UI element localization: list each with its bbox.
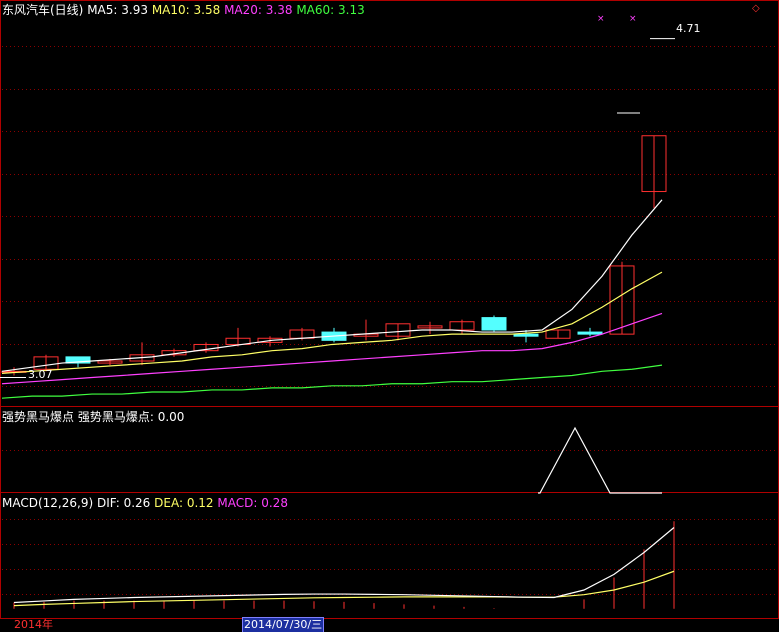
candle-body <box>481 317 507 331</box>
candle-body <box>577 331 603 335</box>
ma20-label: MA20: <box>224 3 262 17</box>
ma5-value: 3.93 <box>121 3 148 17</box>
indicator-value: 0.00 <box>157 410 185 424</box>
ma5-label: MA5: <box>87 3 118 17</box>
macd-name[interactable]: MACD(12,26,9) <box>2 496 93 510</box>
year-label: 2014年 <box>14 618 53 631</box>
dea-value: 0.12 <box>186 496 214 510</box>
macd-label: MACD: <box>217 496 258 510</box>
diamond-icon[interactable]: ◇ <box>752 2 760 16</box>
indicator-line <box>538 426 662 494</box>
ma20-line <box>1 312 663 385</box>
ma20-value: 3.38 <box>265 3 293 17</box>
ma10-label: MA10: <box>151 3 190 17</box>
magenta-x-icon: × <box>629 14 637 24</box>
ma5-line <box>1 199 663 372</box>
cursor-date: 2014/07/30/三 <box>242 617 325 632</box>
indicator-name[interactable]: 强势黑马爆点 <box>2 410 74 424</box>
macd-panel-header: MACD(12,26,9) DIF: 0.26 DEA: 0.12 MACD: … <box>2 496 288 510</box>
ma60-line <box>1 364 663 399</box>
indicator-value-label: 强势黑马爆点: <box>77 410 154 424</box>
ma10-value: 3.58 <box>193 3 221 17</box>
dea-label: DEA: <box>154 496 184 510</box>
dif-line <box>13 527 675 604</box>
stock-name[interactable]: 东风汽车(日线) <box>2 3 83 17</box>
main-panel-header: 东风汽车(日线) MA5: 3.93 MA10: 3.58 MA20: 3.38… <box>2 3 365 17</box>
ma60-label: MA60: <box>296 3 335 17</box>
high-price-marker: 4.71 <box>676 22 701 35</box>
dif-value: 0.26 <box>123 496 151 510</box>
indicator-panel-header: 强势黑马爆点 强势黑马爆点: 0.00 <box>2 410 184 424</box>
magenta-x-icon: × <box>597 14 605 24</box>
macd-value: 0.28 <box>261 496 288 510</box>
dea-line <box>13 570 675 607</box>
stock-chart-window: × × 东风汽车(日线) MA5: 3.93 MA10: 3.58 MA20: 3… <box>0 0 779 632</box>
ma60-value: 3.13 <box>338 3 365 17</box>
chart-frame <box>0 0 779 619</box>
ma10-line <box>1 271 663 374</box>
candle-body <box>513 333 539 337</box>
dif-label: DIF: <box>96 496 120 510</box>
low-price-marker: 3.07 <box>28 368 53 381</box>
chart-canvas[interactable]: × × <box>0 0 779 632</box>
